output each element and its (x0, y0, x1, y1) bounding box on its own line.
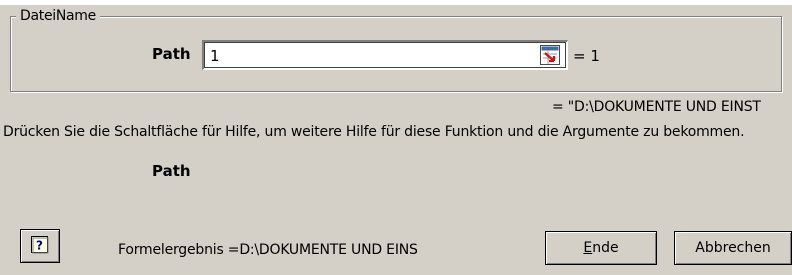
path-argument-input[interactable] (202, 40, 568, 70)
argument-description-label: Path (152, 162, 191, 180)
function-help-text: Drücken Sie die Schaltfläche für Hilfe, … (3, 124, 745, 140)
ok-button[interactable]: Ende (545, 231, 657, 265)
cancel-button[interactable]: Abbrechen (674, 231, 792, 265)
range-collapse-icon[interactable] (540, 45, 560, 65)
path-argument-label: Path (152, 45, 191, 63)
function-arguments-dialog: DateiName Path = 1 = "D:\DOKUMENTE UND E… (0, 0, 792, 275)
help-button[interactable]: ? (20, 229, 60, 263)
groupbox-title: DateiName (16, 8, 100, 24)
formula-result-text: Formelergebnis =D:\DOKUMENTE UND EINS (118, 242, 418, 258)
path-argument-result: = 1 (573, 47, 600, 65)
help-icon: ? (30, 235, 50, 258)
dialog-top-edge (0, 0, 792, 5)
svg-text:?: ? (36, 238, 43, 252)
function-result-preview: = "D:\DOKUMENTE UND EINST (552, 99, 761, 115)
